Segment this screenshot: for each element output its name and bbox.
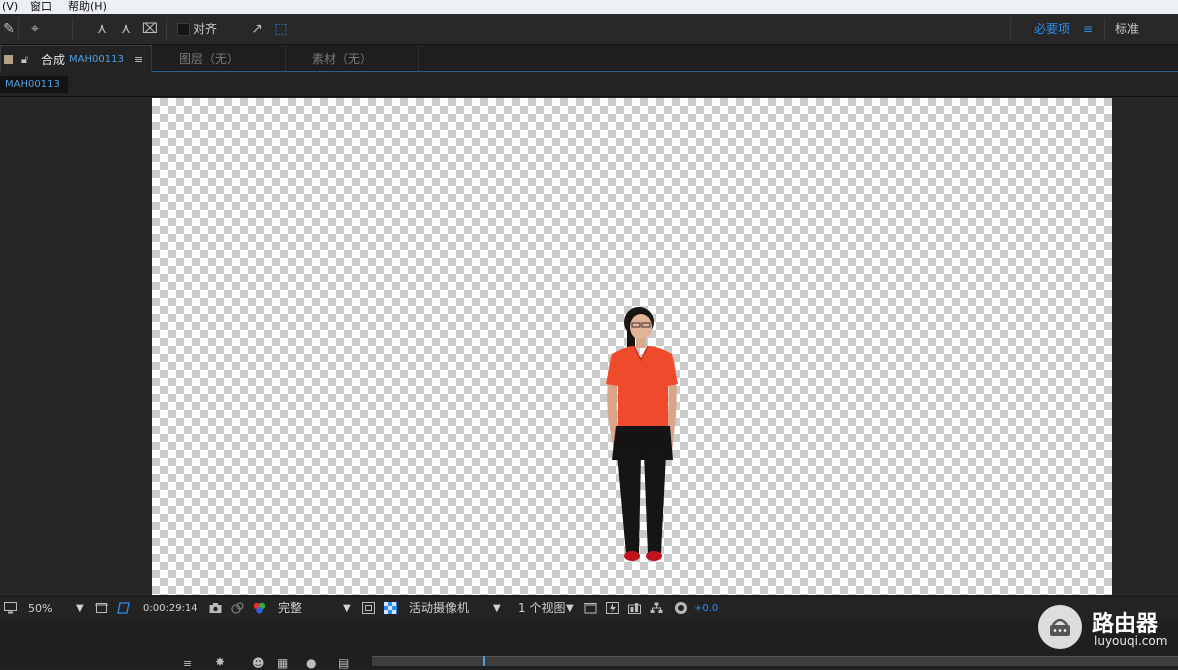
show-snapshot-icon[interactable] <box>231 602 244 614</box>
chart-icon[interactable]: ▤ <box>338 656 349 670</box>
safe-zones-icon[interactable] <box>95 602 108 614</box>
watermark-logo <box>1038 605 1082 649</box>
brush-tool-icon[interactable]: ✎ <box>0 14 18 44</box>
tab-composition-label: 合成 <box>41 53 66 67</box>
camera-select[interactable]: 活动摄像机 <box>409 597 469 620</box>
flowchart-icon[interactable] <box>650 602 663 614</box>
toolbar-divider <box>1010 18 1011 40</box>
snap-label: 对齐 <box>193 22 218 36</box>
toggle-pixel-aspect-icon[interactable] <box>584 602 597 614</box>
mask-visibility-icon[interactable] <box>117 602 130 614</box>
pin-tool-icon[interactable]: ⌖ <box>26 14 44 44</box>
menu-view[interactable]: (V) <box>2 0 18 13</box>
snap-features-icon[interactable]: ⬚ <box>272 14 290 44</box>
world-axis-icon[interactable]: ⋏ <box>117 14 135 44</box>
tab-layer[interactable]: 图层（无） <box>179 45 239 73</box>
color-channels-icon[interactable] <box>253 602 266 614</box>
panel-menu-icon[interactable]: ≡ <box>134 46 143 74</box>
zoom-dropdown-icon[interactable]: ▼ <box>76 597 84 620</box>
resolution-dropdown-icon[interactable]: ▼ <box>343 597 351 620</box>
monitor-icon[interactable] <box>4 602 17 614</box>
snap-checkbox[interactable] <box>177 23 190 36</box>
toolbar-divider <box>1104 18 1105 40</box>
zoom-level[interactable]: 50% <box>28 597 52 620</box>
current-timecode[interactable]: 0:00:29:14 <box>143 597 198 620</box>
tools-toolbar: ✎ ⌖ ⋏ ⋏ ⌧ 对齐 ↗ ⬚ 必要项 ≡ 标准 <box>0 14 1178 45</box>
shy-layers-icon[interactable]: ☻ <box>252 656 265 670</box>
motion-blur-icon[interactable]: ✸ <box>215 655 225 669</box>
tab-composition[interactable]: 🔓︎ 合成 MAH00113 ≡ <box>0 45 152 73</box>
comp-canvas[interactable] <box>152 98 1112 595</box>
workspace-menu-icon[interactable]: ≡ <box>1083 14 1093 44</box>
local-axis-icon[interactable]: ⋏ <box>93 14 111 44</box>
fast-previews-icon[interactable] <box>606 602 619 614</box>
transparency-grid-icon[interactable] <box>384 602 397 614</box>
resolution-select[interactable]: 完整 <box>278 597 302 620</box>
tab-underline <box>152 71 1178 72</box>
panel-color-swatch <box>4 55 13 64</box>
region-of-interest-icon[interactable] <box>362 602 375 614</box>
reset-exposure-icon[interactable] <box>674 601 688 615</box>
workspace-standard[interactable]: 标准 <box>1115 14 1139 44</box>
person-figure <box>606 307 678 561</box>
current-time-indicator[interactable] <box>483 656 485 666</box>
view-layout-dropdown-icon[interactable]: ▼ <box>566 597 574 620</box>
comp-navigator-bar: MAH00113 <box>0 73 1178 97</box>
viewer-controls: 50% ▼ 0:00:29:14 完整 ▼ 活动摄像机 ▼ 1 个视图 ▼ +0… <box>0 596 1178 622</box>
graph-editor-icon[interactable]: ● <box>306 656 316 670</box>
tab-composition-name: MAH00113 <box>69 54 124 65</box>
tab-footage[interactable]: 素材（无） <box>312 45 372 73</box>
draft-3d-icon[interactable]: ≡ <box>183 657 192 670</box>
camera-dropdown-icon[interactable]: ▼ <box>493 597 501 620</box>
menu-bar: (V) 窗口 帮助(H) <box>0 0 1178 14</box>
toolbar-divider <box>18 18 19 40</box>
snap-edges-icon[interactable]: ↗ <box>248 14 266 44</box>
time-ruler[interactable] <box>372 656 1178 666</box>
menu-help[interactable]: 帮助(H) <box>68 0 107 13</box>
toolbar-divider <box>166 18 167 40</box>
tab-divider <box>418 45 419 73</box>
workspace-essentials[interactable]: 必要项 <box>1034 14 1070 44</box>
menu-window[interactable]: 窗口 <box>30 0 52 13</box>
router-icon <box>1050 618 1070 636</box>
exposure-value[interactable]: +0.0 <box>694 597 718 620</box>
view-axis-icon[interactable]: ⌧ <box>141 14 159 44</box>
timeline-icon[interactable] <box>628 602 641 614</box>
view-layout-select[interactable]: 1 个视图 <box>518 597 565 620</box>
snapshot-camera-icon[interactable] <box>209 602 222 614</box>
tab-divider <box>285 45 286 73</box>
lock-icon[interactable]: 🔓︎ <box>21 46 28 74</box>
viewer-tab-bar: 🔓︎ 合成 MAH00113 ≡ 图层（无） 素材（无） <box>0 45 1178 73</box>
frame-blending-icon[interactable]: ▦ <box>277 656 288 670</box>
watermark-url: luyouqi.com <box>1094 634 1168 648</box>
toolbar-divider <box>72 18 73 40</box>
comp-breadcrumb[interactable]: MAH00113 <box>0 76 68 93</box>
